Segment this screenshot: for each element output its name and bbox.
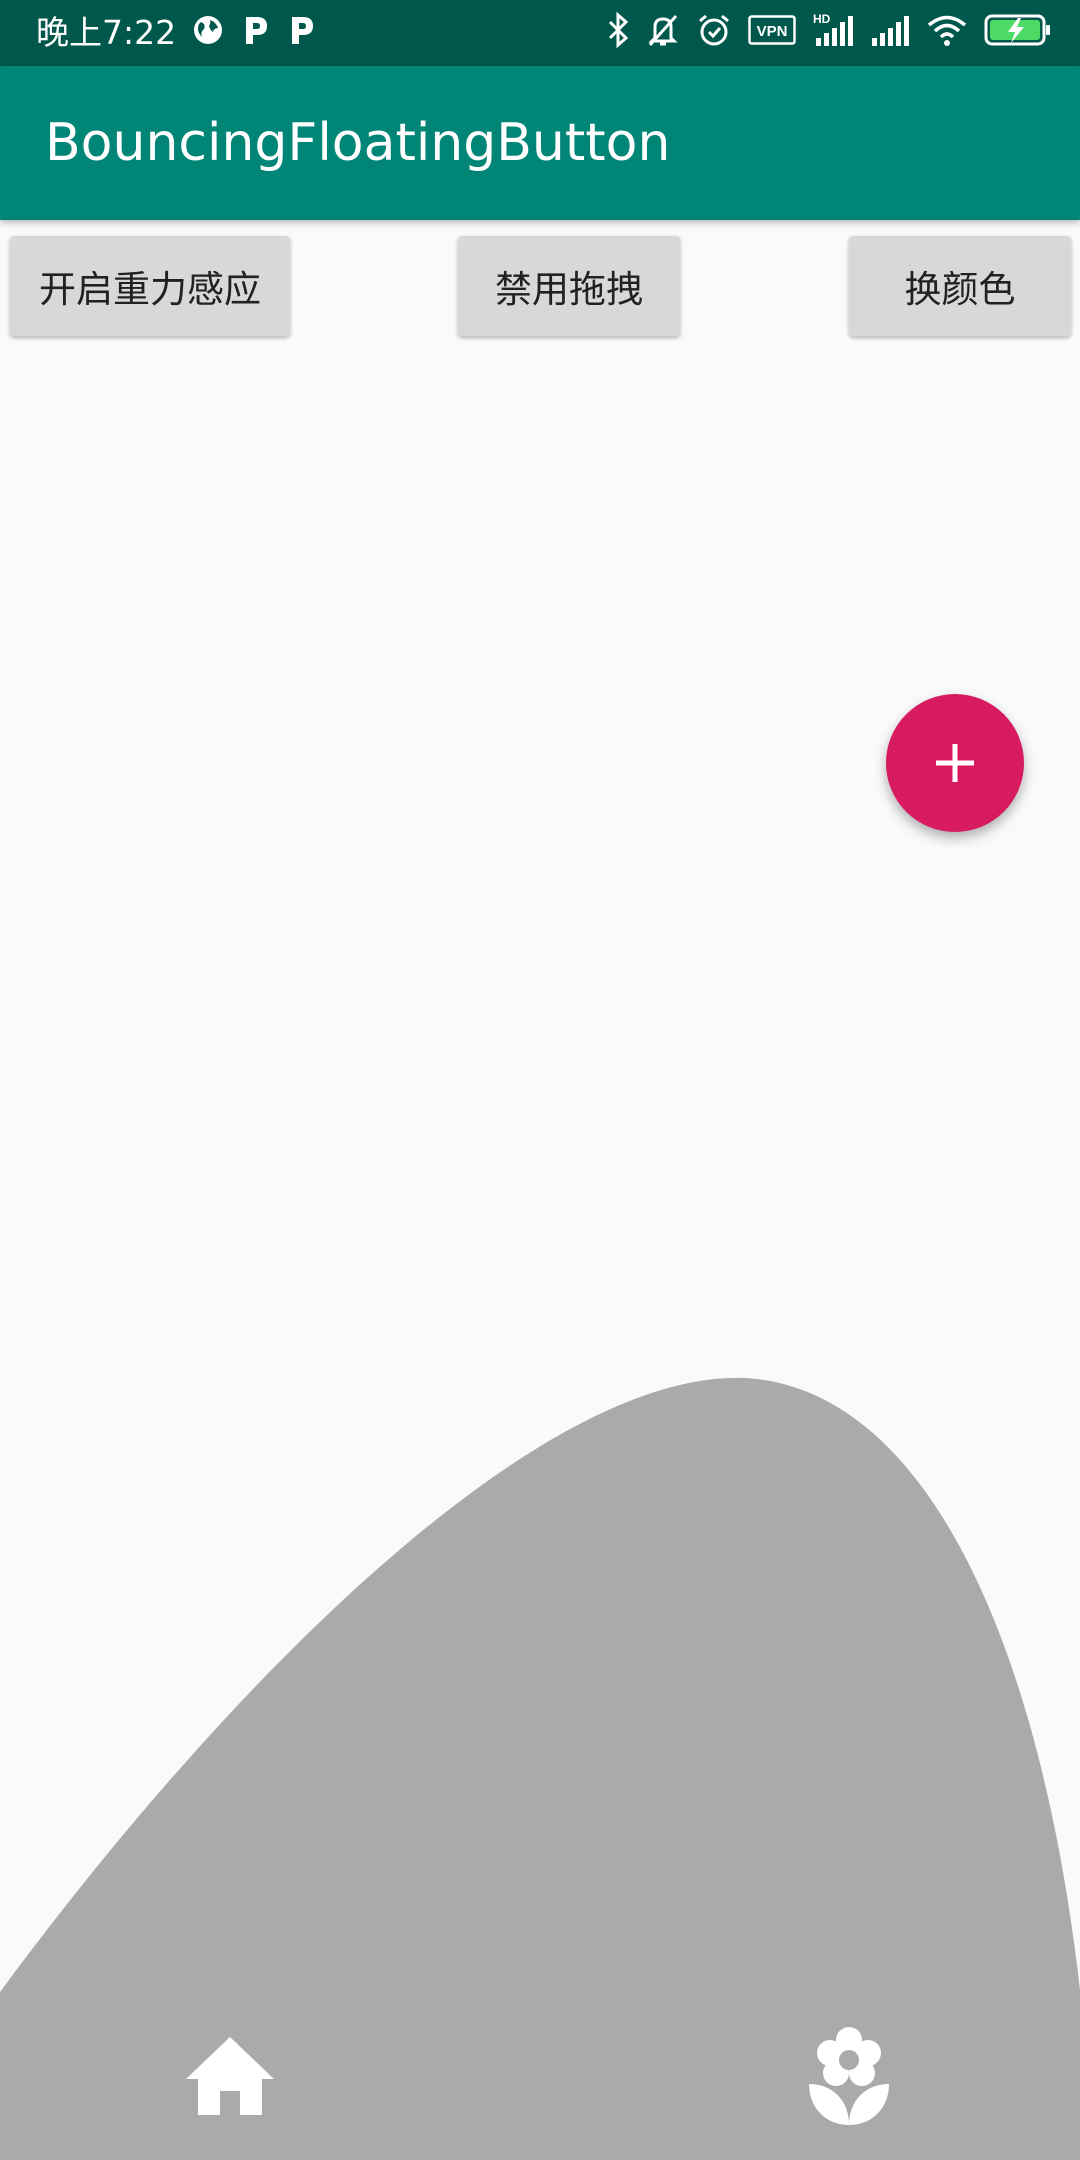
globe-icon xyxy=(194,16,222,44)
home-icon[interactable] xyxy=(184,2035,276,2117)
bell-off-icon xyxy=(648,14,678,47)
signal-icon xyxy=(872,16,909,46)
status-right-icons: VPN HD xyxy=(606,12,1052,48)
parking-icon xyxy=(292,17,313,44)
hd-label: HD xyxy=(813,12,831,26)
flower-icon[interactable] xyxy=(806,2026,892,2126)
plus-icon xyxy=(936,744,974,782)
wifi-icon xyxy=(927,15,967,46)
app-bar: BouncingFloatingButton xyxy=(0,66,1080,220)
bluetooth-icon xyxy=(608,12,629,48)
app-title: BouncingFloatingButton xyxy=(45,113,671,173)
status-time: 晚上7:22 xyxy=(36,13,177,52)
enable-gravity-button[interactable]: 开启重力感应 xyxy=(10,236,290,336)
parking-icon xyxy=(246,17,267,44)
status-left-icons xyxy=(192,14,316,46)
signal-hd-icon: HD xyxy=(813,12,853,46)
floating-action-button[interactable] xyxy=(886,694,1024,832)
status-bar: 晚上7:22 VPN HD xyxy=(0,0,1080,66)
disable-drag-button[interactable]: 禁用拖拽 xyxy=(458,236,680,336)
change-color-button[interactable]: 换颜色 xyxy=(849,236,1071,336)
vpn-icon: VPN xyxy=(748,15,796,45)
vpn-label: VPN xyxy=(757,23,788,40)
battery-charging-icon xyxy=(984,14,1050,46)
alarm-icon xyxy=(699,14,729,46)
